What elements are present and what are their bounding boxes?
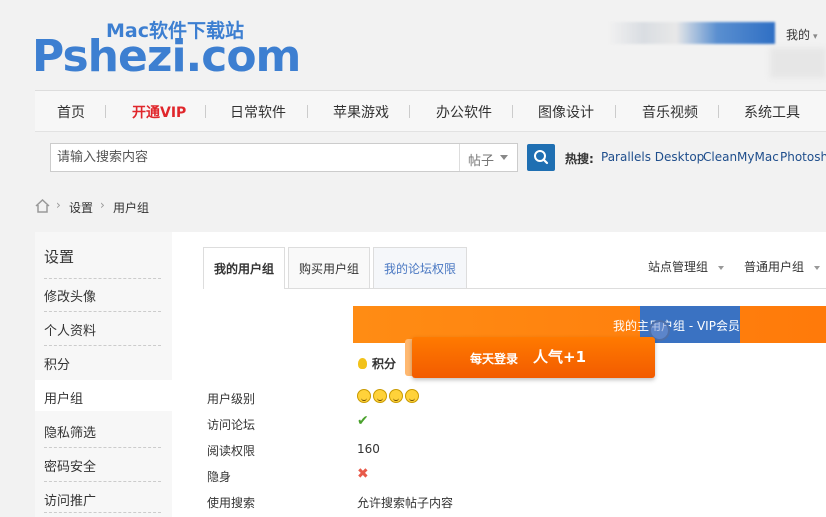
nav-item-media[interactable]: 音乐视频 (642, 102, 698, 122)
tab-label: 我的论坛权限 (383, 262, 456, 276)
sidebar-item-promotion[interactable]: 访问推广 (44, 490, 96, 509)
user-menu[interactable]: 我的 ▾ (786, 26, 818, 43)
nav-divider (409, 105, 410, 118)
breadcrumb-item[interactable]: 设置 (69, 199, 93, 216)
level-smileys (357, 389, 421, 406)
login-reward-popup: 每天登录 人气+1 (412, 337, 655, 378)
search-type-select[interactable]: 帖子 (459, 144, 517, 171)
search-box: 帖子 (50, 143, 518, 172)
search-type-label: 帖子 (468, 154, 495, 169)
nav-divider (718, 105, 719, 118)
nav-item-daily[interactable]: 日常软件 (230, 102, 286, 122)
caret-down-icon (814, 265, 821, 270)
header: Mac软件下载站 Pshezi.com 我的 ▾ (0, 0, 826, 90)
tab-label: 我的用户组 (213, 262, 274, 276)
divider (44, 447, 161, 448)
select-label: 普通用户组 (744, 260, 805, 274)
admin-group-select[interactable]: 站点管理组 (648, 258, 725, 275)
tab-buy-usergroup[interactable]: 购买用户组 (288, 247, 370, 288)
sidebar-item-password[interactable]: 密码安全 (44, 456, 96, 475)
search-icon (534, 150, 549, 165)
tab-my-usergroup[interactable]: 我的用户组 (203, 247, 285, 289)
row-label: 隐身 (207, 470, 232, 484)
caret-down-icon (718, 265, 725, 270)
smiley-icon (357, 389, 371, 403)
normal-group-select[interactable]: 普通用户组 (744, 258, 821, 275)
points-text: 积分 (372, 357, 397, 371)
nav-item-vip[interactable]: 开通VIP (132, 102, 186, 122)
row-label: 使用搜索 (207, 496, 256, 510)
read-permission-value: 160 (357, 442, 380, 456)
hot-search-label: 热搜: (565, 152, 594, 166)
tab-forum-permissions[interactable]: 我的论坛权限 (373, 247, 467, 288)
nav-item-system[interactable]: 系统工具 (744, 102, 800, 122)
sidebar-item-privacy[interactable]: 隐私筛选 (44, 422, 96, 441)
row-label: 访问论坛 (207, 418, 256, 432)
popup-reward: 人气+1 (533, 348, 587, 366)
sidebar-title: 设置 (44, 248, 75, 266)
smiley-icon (373, 389, 387, 403)
home-icon[interactable] (35, 199, 50, 213)
divider (44, 311, 161, 312)
search-input[interactable] (51, 144, 459, 171)
sidebar-item-profile[interactable]: 个人资料 (44, 320, 96, 339)
divider (44, 512, 161, 513)
nav-item-office[interactable]: 办公软件 (436, 102, 492, 122)
breadcrumb-item: 用户组 (113, 201, 150, 215)
tab-label: 购买用户组 (298, 262, 359, 276)
user-status-bar (610, 22, 775, 44)
caret-down-icon (500, 155, 508, 160)
hot-search-link[interactable]: Parallels Desktop (601, 150, 704, 164)
bulb-icon (358, 358, 367, 369)
tab-underline (203, 288, 826, 289)
check-icon: ✔ (357, 413, 369, 429)
user-menu-label: 我的 (786, 28, 811, 42)
nav-item-design[interactable]: 图像设计 (538, 102, 594, 122)
header-decoration (770, 48, 826, 78)
smiley-icon (389, 389, 403, 403)
search-permission-value: 允许搜索帖子内容 (357, 496, 454, 510)
sidebar-item-points[interactable]: 积分 (44, 354, 70, 373)
divider (44, 481, 161, 482)
popup-text: 每天登录 (470, 352, 519, 366)
nav-divider (615, 105, 616, 118)
chevron-right-icon: › (56, 198, 61, 212)
nav-divider (105, 105, 106, 118)
main-group-title: 我的主用户组 - VIP会员 (613, 319, 740, 333)
points-label: 积分 (358, 355, 396, 372)
row-label: 用户级别 (207, 392, 256, 406)
cross-icon: ✖ (357, 466, 369, 482)
sidebar-item-usergroup[interactable]: 用户组 (44, 388, 83, 407)
search-button[interactable] (527, 144, 555, 171)
nav-divider (512, 105, 513, 118)
sidebar-item-avatar[interactable]: 修改头像 (44, 286, 96, 305)
nav-item-home[interactable]: 首页 (57, 102, 85, 122)
divider (44, 278, 161, 279)
chevron-down-icon: ▾ (813, 32, 818, 42)
row-label: 阅读权限 (207, 444, 256, 458)
hot-search-link[interactable]: CleanMyMac (703, 150, 779, 164)
nav-item-games[interactable]: 苹果游戏 (333, 102, 389, 122)
divider (44, 345, 161, 346)
chevron-right-icon: › (100, 198, 105, 212)
smiley-icon (405, 389, 419, 403)
hot-search-link[interactable]: Photoshop (780, 150, 826, 164)
select-label: 站点管理组 (648, 260, 709, 274)
logo-text: Pshezi.com (32, 31, 301, 82)
nav-divider (307, 105, 308, 118)
main-nav: 首页 开通VIP 日常软件 苹果游戏 办公软件 图像设计 音乐视频 系统工具 (35, 90, 826, 132)
nav-divider (205, 105, 206, 118)
site-logo[interactable]: Mac软件下载站 Pshezi.com (32, 14, 301, 80)
